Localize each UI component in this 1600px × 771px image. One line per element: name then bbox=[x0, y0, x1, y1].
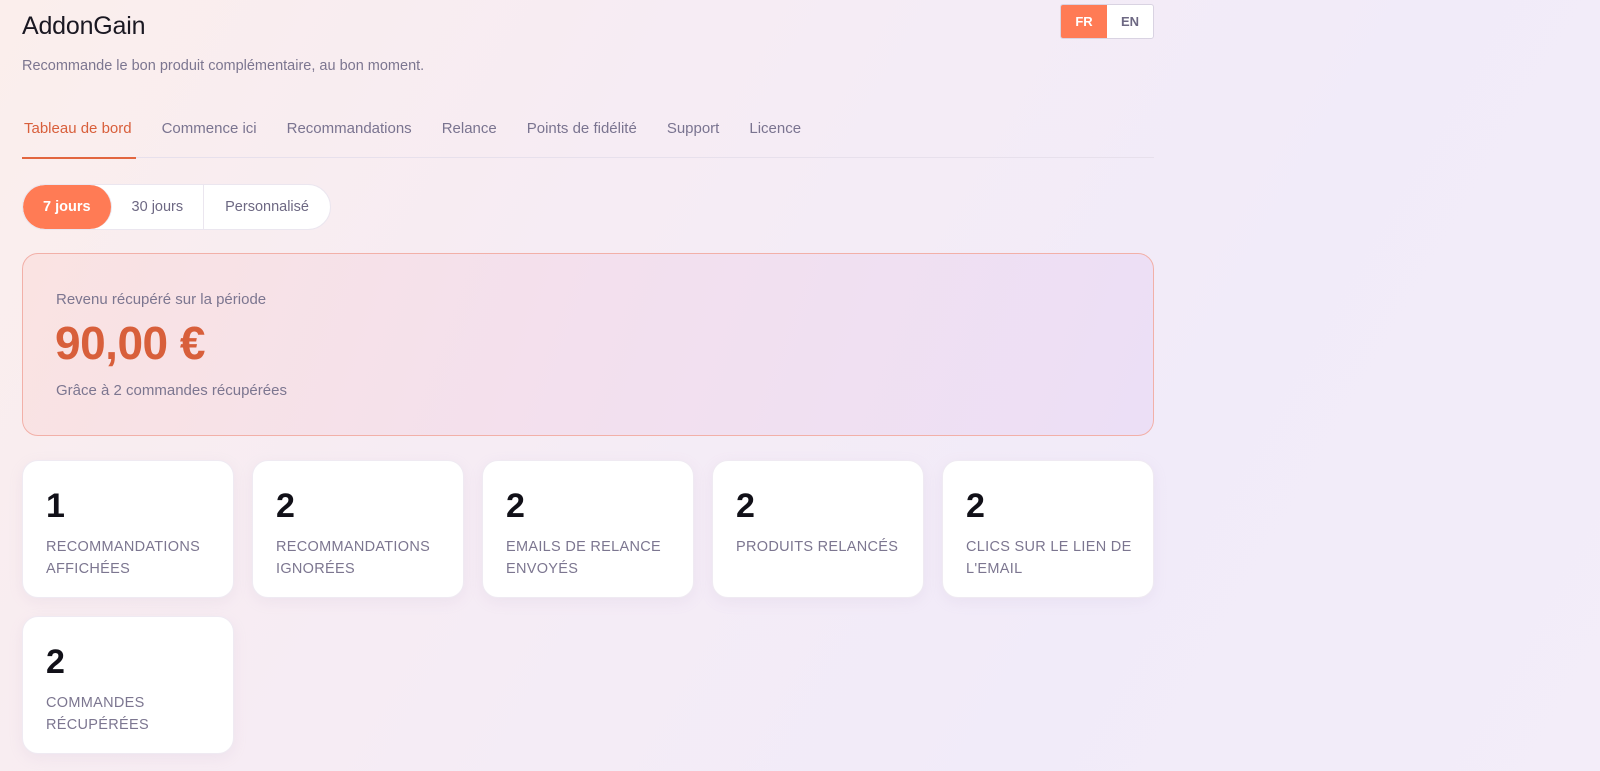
tab-tableau-de-bord[interactable]: Tableau de bord bbox=[22, 108, 136, 159]
stat-card-recommendations-ignored: 2 Recommandations ignorées bbox=[252, 460, 464, 598]
app-tagline: Recommande le bon produit complémentaire… bbox=[22, 58, 425, 74]
language-fr-button[interactable]: FR bbox=[1061, 5, 1107, 38]
revenue-amount: 90,00 € bbox=[55, 317, 205, 369]
stat-value: 2 bbox=[276, 487, 295, 525]
period-7-days-button[interactable]: 7 jours bbox=[23, 185, 112, 229]
stat-label: Produits relancés bbox=[736, 539, 899, 555]
stat-value: 2 bbox=[46, 643, 65, 681]
tab-relance[interactable]: Relance bbox=[440, 108, 499, 158]
revenue-subtext: Grâce à 2 commandes récupérées bbox=[56, 382, 287, 399]
period-selector: 7 jours 30 jours Personnalisé bbox=[22, 184, 331, 230]
stat-label: Commandes récupérées bbox=[46, 695, 149, 733]
stat-card-products-followed-up: 2 Produits relancés bbox=[712, 460, 924, 598]
stat-label: Clics sur le lien de l'email bbox=[966, 539, 1132, 577]
stat-card-recommendations-shown: 1 Recommandations affichées bbox=[22, 460, 234, 598]
stat-value: 2 bbox=[736, 487, 755, 525]
dashboard-page: AddonGain Recommande le bon produit comp… bbox=[22, 0, 1154, 754]
stat-label: Emails de relance envoyés bbox=[506, 539, 661, 577]
app-title: AddonGain bbox=[22, 12, 146, 40]
tab-commence-ici[interactable]: Commence ici bbox=[160, 108, 259, 158]
stat-value: 1 bbox=[46, 487, 65, 525]
stat-card-orders-recovered: 2 Commandes récupérées bbox=[22, 616, 234, 754]
stat-value: 2 bbox=[506, 487, 525, 525]
language-toggle: FR EN bbox=[1060, 4, 1154, 39]
main-tabs: Tableau de bord Commence ici Recommandat… bbox=[22, 108, 1154, 159]
stat-value: 2 bbox=[966, 487, 985, 525]
revenue-card: Revenu récupéré sur la période 90,00 € G… bbox=[22, 253, 1154, 436]
revenue-label: Revenu récupéré sur la période bbox=[56, 291, 267, 308]
tab-support[interactable]: Support bbox=[665, 108, 722, 158]
stat-card-emails-sent: 2 Emails de relance envoyés bbox=[482, 460, 694, 598]
tab-recommandations[interactable]: Recommandations bbox=[285, 108, 414, 158]
language-en-button[interactable]: EN bbox=[1107, 5, 1153, 38]
tab-licence[interactable]: Licence bbox=[747, 108, 803, 158]
period-custom-button[interactable]: Personnalisé bbox=[204, 185, 330, 229]
tab-points-de-fidelite[interactable]: Points de fidélité bbox=[525, 108, 639, 158]
stat-label: Recommandations affichées bbox=[46, 539, 201, 577]
stat-label: Recommandations ignorées bbox=[276, 539, 431, 577]
stat-card-email-link-clicks: 2 Clics sur le lien de l'email bbox=[942, 460, 1154, 598]
period-30-days-button[interactable]: 30 jours bbox=[112, 185, 205, 229]
header: AddonGain Recommande le bon produit comp… bbox=[22, 0, 1154, 100]
